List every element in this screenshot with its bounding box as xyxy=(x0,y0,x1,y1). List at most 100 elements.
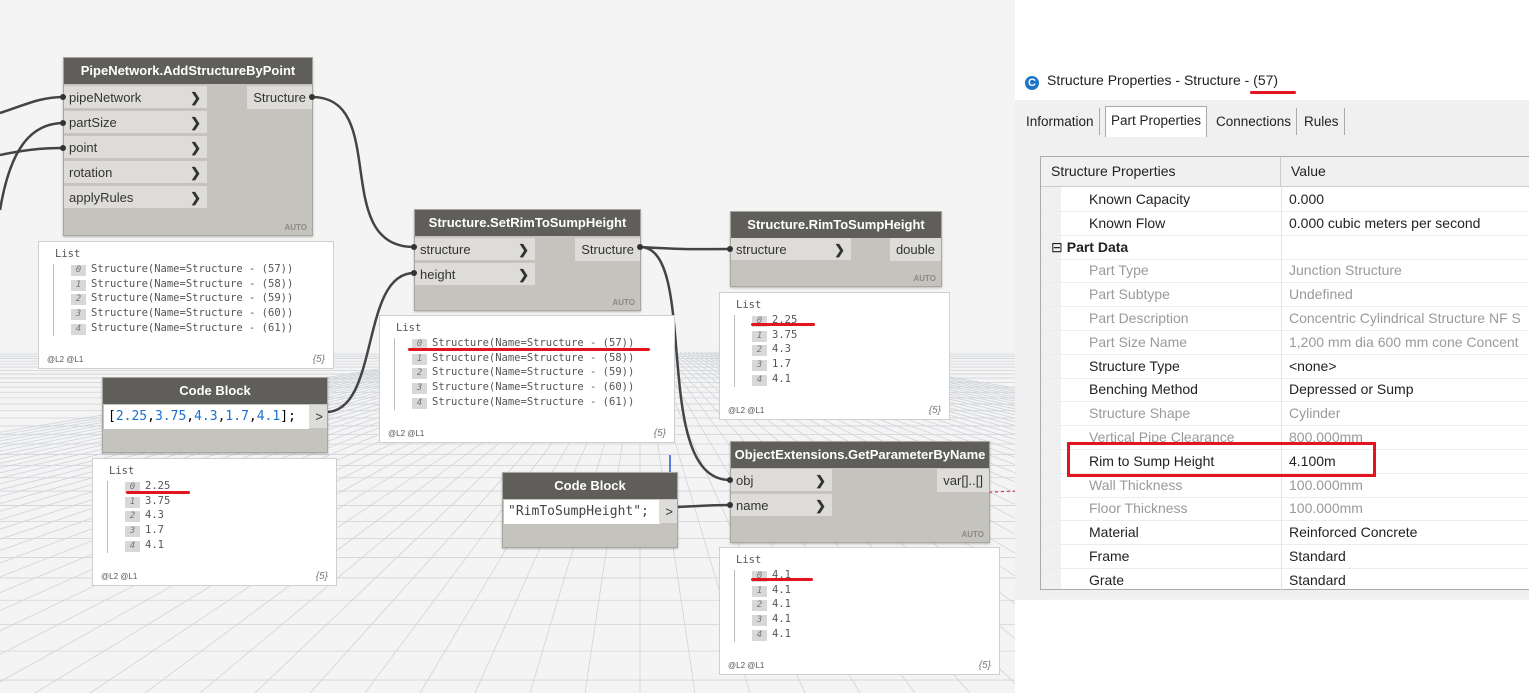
property-row[interactable]: Part Description Concentric Cylindrical S… xyxy=(1041,306,1529,331)
list-value: Structure(Name=Structure - (58)) xyxy=(432,351,635,364)
list-item: 2 4.3 xyxy=(125,508,170,523)
list-index: 2 xyxy=(125,511,140,523)
collapse-toggle-icon[interactable]: ⊟ xyxy=(1051,239,1063,255)
property-name: Part Size Name xyxy=(1089,330,1281,354)
column-divider xyxy=(1281,353,1282,378)
property-value[interactable]: Cylinder xyxy=(1289,401,1529,425)
column-header-property[interactable]: Structure Properties xyxy=(1041,157,1281,186)
tab-information[interactable]: Information xyxy=(1021,108,1100,135)
property-value[interactable]: Depressed or Sump xyxy=(1289,377,1529,401)
input-port-pipenetwork[interactable]: pipeNetwork ❯ xyxy=(64,86,207,109)
property-row[interactable]: Grate Standard xyxy=(1041,567,1529,593)
input-port-point[interactable]: point ❯ xyxy=(64,136,207,159)
input-port-height[interactable]: height ❯ xyxy=(415,263,535,286)
tree-line xyxy=(107,481,108,553)
preview-header: List xyxy=(736,554,762,566)
preview-list: 0 Structure(Name=Structure - (57)) 1 Struc… xyxy=(71,262,293,335)
preview-header: List xyxy=(736,299,762,311)
property-value[interactable]: 100.000mm xyxy=(1289,496,1529,520)
properties-table[interactable]: Structure Properties Value Known Capacit… xyxy=(1040,156,1529,593)
property-row[interactable]: Structure Type <none> xyxy=(1041,353,1529,379)
list-item: 0 Structure(Name=Structure - (57)) xyxy=(71,262,293,277)
property-row[interactable]: Frame Standard xyxy=(1041,544,1529,569)
node-title: Code Block xyxy=(103,378,327,404)
property-name: Grate xyxy=(1089,568,1281,592)
property-row[interactable]: Part Size Name 1,200 mm dia 600 mm cone C… xyxy=(1041,329,1529,355)
annotation-underline xyxy=(126,491,190,494)
property-row[interactable]: Structure Shape Cylinder xyxy=(1041,401,1529,427)
property-name-text: Known Flow xyxy=(1089,214,1166,231)
property-value[interactable]: Junction Structure xyxy=(1289,258,1529,282)
property-value[interactable]: Concentric Cylindrical Structure NF S xyxy=(1289,306,1529,330)
property-value[interactable]: 0.000 cubic meters per second xyxy=(1289,211,1529,235)
list-value: 4.1 xyxy=(772,613,791,626)
property-row[interactable]: Known Capacity 0.000 xyxy=(1041,187,1529,212)
property-value[interactable]: Standard xyxy=(1289,544,1529,568)
list-value: Structure(Name=Structure - (59)) xyxy=(91,292,294,305)
preview-add-structure[interactable]: List 0 Structure(Name=Structure - (57)) 1… xyxy=(38,241,334,369)
tab-connections[interactable]: Connections xyxy=(1211,108,1298,135)
input-port-applyrules[interactable]: applyRules ❯ xyxy=(64,186,207,209)
property-name: Frame xyxy=(1089,544,1281,568)
output-port-code[interactable]: > xyxy=(309,405,327,428)
column-divider xyxy=(1281,258,1282,283)
node-code-block-parameter-name[interactable]: Code Block "RimToSumpHeight"; > xyxy=(502,472,678,548)
input-port-obj[interactable]: obj ❯ xyxy=(731,469,832,492)
property-name: Part Subtype xyxy=(1089,282,1281,306)
output-port-structure[interactable]: Structure xyxy=(247,86,312,109)
property-name: Floor Thickness xyxy=(1089,496,1281,520)
output-port-var[interactable]: var[]..[] xyxy=(937,469,989,492)
node-code-block-heights[interactable]: Code Block [2.25,3.75,4.3,1.7,4.1]; > xyxy=(102,377,328,453)
input-port-name[interactable]: name ❯ xyxy=(731,494,832,517)
property-value[interactable]: 1,200 mm dia 600 mm cone Concent xyxy=(1289,330,1529,354)
list-index: 2 xyxy=(752,345,767,357)
dynamo-canvas[interactable]: PipeNetwork.AddStructureByPoint pipeNetw… xyxy=(0,0,1035,693)
output-port-structure[interactable]: Structure xyxy=(575,238,640,261)
annotation-highlight-box xyxy=(1067,442,1376,477)
column-divider xyxy=(1281,329,1282,354)
property-row[interactable]: Floor Thickness 100.000mm xyxy=(1041,496,1529,522)
input-port-partsize[interactable]: partSize ❯ xyxy=(64,111,207,134)
property-name: Material xyxy=(1089,520,1281,544)
preview-rim-to-sump[interactable]: List 0 2.25 1 3.75 2 4.3 3 1.7 4 4.1 @L2 @L1 … xyxy=(719,292,950,420)
property-row[interactable]: Benching Method Depressed or Sump xyxy=(1041,377,1529,403)
node-set-rim-to-sump-height[interactable]: Structure.SetRimToSumpHeight structure ❯ … xyxy=(414,209,641,311)
list-levels: @L2 @L1 xyxy=(728,661,765,670)
chevron-right-icon: ❯ xyxy=(190,90,201,105)
node-rim-to-sump-height[interactable]: Structure.RimToSumpHeight structure ❯ dou… xyxy=(730,211,942,287)
column-header-value[interactable]: Value xyxy=(1281,157,1529,186)
property-row[interactable]: ⊟ Part Data xyxy=(1041,234,1529,260)
output-port-code[interactable]: > xyxy=(659,500,677,523)
annotation-underline xyxy=(751,323,815,326)
input-port-structure[interactable]: structure ❯ xyxy=(731,238,851,261)
property-name-text: Part Description xyxy=(1089,310,1189,326)
property-row[interactable]: Material Reinforced Concrete xyxy=(1041,520,1529,546)
output-port-double[interactable]: double xyxy=(889,238,941,261)
property-row[interactable]: Part Type Junction Structure xyxy=(1041,258,1529,284)
list-value: 3.75 xyxy=(145,494,171,507)
code-number: 3.75 xyxy=(154,409,187,424)
property-value[interactable]: Undefined xyxy=(1289,282,1529,306)
code-input[interactable]: [2.25,3.75,4.3,1.7,4.1]; xyxy=(104,405,309,429)
code-number: 2.25 xyxy=(115,409,148,424)
tab-rules[interactable]: Rules xyxy=(1299,108,1345,135)
preview-get-parameter[interactable]: List 0 4.1 1 4.1 2 4.1 3 4.1 4 4.1 @L2 @L1 {5… xyxy=(719,547,1000,675)
property-value[interactable]: 0.000 xyxy=(1289,187,1529,211)
node-get-parameter-by-name[interactable]: ObjectExtensions.GetParameterByName obj ❯… xyxy=(730,441,990,543)
property-row[interactable]: Part Subtype Undefined xyxy=(1041,282,1529,308)
input-port-structure[interactable]: structure ❯ xyxy=(415,238,535,261)
property-value[interactable]: Reinforced Concrete xyxy=(1289,520,1529,544)
list-value: 4.1 xyxy=(772,372,791,385)
tab-part-properties[interactable]: Part Properties xyxy=(1105,106,1208,137)
node-add-structure-by-point[interactable]: PipeNetwork.AddStructureByPoint pipeNetw… xyxy=(63,57,313,236)
property-row[interactable]: Known Flow 0.000 cubic meters per second xyxy=(1041,210,1529,236)
property-value[interactable]: <none> xyxy=(1289,354,1529,378)
input-port-rotation[interactable]: rotation ❯ xyxy=(64,161,207,184)
preview-set-rim[interactable]: List 0 Structure(Name=Structure - (57)) 1… xyxy=(379,315,675,443)
property-name-text: Benching Method xyxy=(1089,381,1198,398)
preview-code-block-heights[interactable]: List 0 2.25 1 3.75 2 4.3 3 1.7 4 4.1 @L2 @L1 … xyxy=(92,458,337,586)
port-label: rotation xyxy=(69,165,113,180)
property-value[interactable] xyxy=(1289,235,1529,259)
property-value[interactable]: Standard xyxy=(1289,568,1529,592)
code-input[interactable]: "RimToSumpHeight"; xyxy=(504,500,660,524)
